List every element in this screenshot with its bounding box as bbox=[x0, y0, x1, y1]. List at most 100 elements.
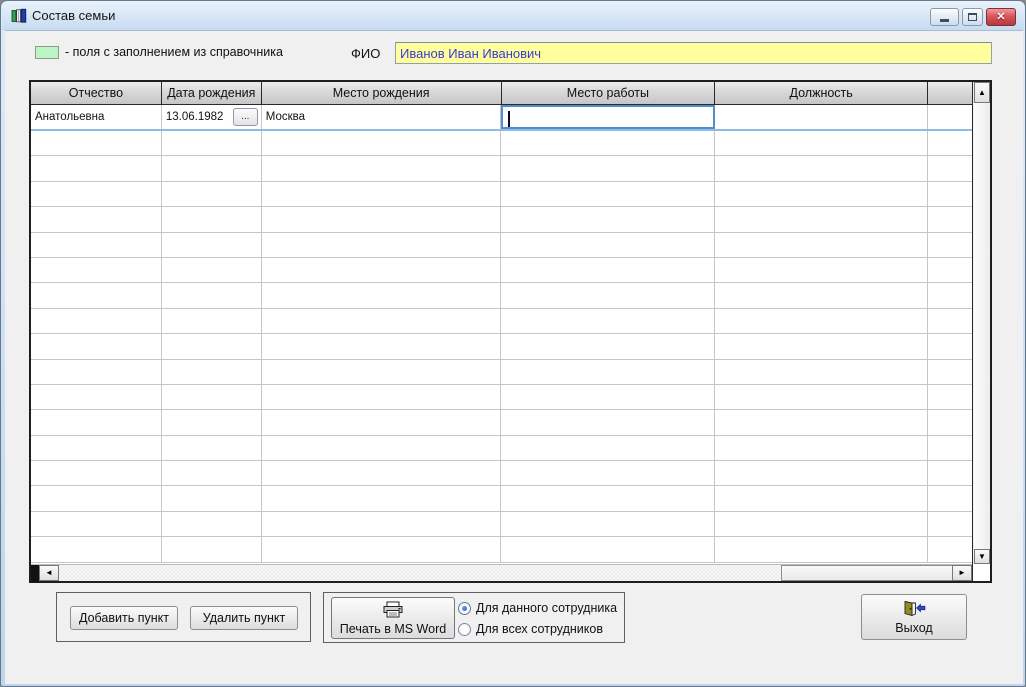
table-cell[interactable] bbox=[162, 131, 262, 156]
table-cell[interactable] bbox=[262, 131, 502, 156]
table-cell[interactable] bbox=[262, 156, 502, 181]
radio-unselected-icon[interactable] bbox=[458, 622, 471, 636]
table-cell[interactable] bbox=[31, 283, 162, 308]
position-cell[interactable] bbox=[715, 105, 929, 129]
table-cell[interactable] bbox=[928, 436, 972, 460]
table-cell[interactable] bbox=[31, 334, 162, 359]
birth-date-cell[interactable]: 13.06.1982 ... bbox=[162, 105, 262, 129]
table-cell[interactable] bbox=[715, 461, 929, 486]
date-picker-button[interactable]: ... bbox=[232, 108, 258, 126]
print-word-button[interactable]: Печать в MS Word bbox=[331, 597, 455, 639]
table-cell[interactable] bbox=[162, 156, 262, 181]
table-cell[interactable] bbox=[262, 257, 502, 283]
table-cell[interactable] bbox=[162, 232, 262, 257]
scroll-right-icon[interactable]: ► bbox=[952, 565, 972, 581]
scroll-left-icon[interactable]: ◄ bbox=[39, 565, 59, 581]
birth-place-cell[interactable]: Москва bbox=[262, 105, 502, 129]
table-cell[interactable] bbox=[31, 308, 162, 334]
table-cell[interactable] bbox=[31, 156, 162, 181]
table-cell[interactable] bbox=[928, 385, 972, 409]
table-cell[interactable] bbox=[715, 384, 929, 410]
table-cell[interactable] bbox=[501, 435, 716, 461]
extra-cell[interactable] bbox=[928, 105, 972, 129]
table-cell[interactable] bbox=[928, 283, 972, 307]
table-cell[interactable] bbox=[31, 257, 162, 283]
table-cell[interactable] bbox=[928, 461, 972, 485]
table-cell[interactable] bbox=[31, 181, 162, 207]
table-cell[interactable] bbox=[31, 435, 162, 461]
table-cell[interactable] bbox=[715, 511, 929, 537]
table-cell[interactable] bbox=[715, 537, 929, 562]
table-cell[interactable] bbox=[162, 410, 262, 435]
table-cell[interactable] bbox=[501, 384, 716, 410]
table-cell[interactable] bbox=[501, 308, 716, 334]
add-item-button[interactable]: Добавить пункт bbox=[70, 606, 178, 630]
table-cell[interactable] bbox=[715, 131, 929, 156]
table-cell[interactable] bbox=[162, 334, 262, 359]
table-cell[interactable] bbox=[715, 486, 929, 511]
scroll-down-icon[interactable]: ▼ bbox=[974, 549, 990, 564]
table-cell[interactable] bbox=[501, 131, 716, 156]
table-cell[interactable] bbox=[715, 334, 929, 359]
table-cell[interactable] bbox=[928, 334, 972, 358]
table-cell[interactable] bbox=[715, 283, 929, 308]
table-cell[interactable] bbox=[928, 233, 972, 257]
table-cell[interactable] bbox=[715, 359, 929, 384]
table-cell[interactable] bbox=[501, 461, 716, 486]
table-cell[interactable] bbox=[501, 257, 716, 283]
table-cell[interactable] bbox=[162, 308, 262, 334]
table-cell[interactable] bbox=[928, 486, 972, 510]
table-cell[interactable] bbox=[31, 207, 162, 232]
horizontal-scrollbar-thumb[interactable] bbox=[781, 565, 956, 581]
table-cell[interactable] bbox=[31, 461, 162, 486]
table-cell[interactable] bbox=[715, 435, 929, 461]
table-cell[interactable] bbox=[162, 181, 262, 207]
table-cell[interactable] bbox=[928, 258, 972, 282]
table-cell[interactable] bbox=[715, 156, 929, 181]
table-cell[interactable] bbox=[501, 486, 716, 511]
radio-current-label[interactable]: Для данного сотрудника bbox=[476, 601, 617, 615]
horizontal-scrollbar[interactable]: ◄ ► bbox=[31, 564, 972, 582]
table-cell[interactable] bbox=[162, 461, 262, 486]
table-cell[interactable] bbox=[262, 334, 502, 359]
table-cell[interactable] bbox=[501, 410, 716, 435]
table-cell[interactable] bbox=[162, 537, 262, 562]
table-cell[interactable] bbox=[262, 486, 502, 511]
table-cell[interactable] bbox=[501, 207, 716, 232]
table-cell[interactable] bbox=[262, 232, 502, 257]
table-cell[interactable] bbox=[501, 181, 716, 207]
table-cell[interactable] bbox=[162, 257, 262, 283]
table-cell[interactable] bbox=[715, 257, 929, 283]
table-cell[interactable] bbox=[31, 384, 162, 410]
table-cell[interactable] bbox=[715, 308, 929, 334]
exit-button[interactable]: Выход bbox=[861, 594, 967, 640]
table-cell[interactable] bbox=[501, 334, 716, 359]
table-cell[interactable] bbox=[928, 410, 972, 434]
minimize-button[interactable] bbox=[930, 8, 959, 26]
table-cell[interactable] bbox=[501, 359, 716, 384]
table-cell[interactable] bbox=[928, 182, 972, 206]
close-button[interactable]: ✕ bbox=[986, 8, 1016, 26]
table-cell[interactable] bbox=[262, 384, 502, 410]
table-cell[interactable] bbox=[262, 410, 502, 435]
table-cell[interactable] bbox=[162, 435, 262, 461]
table-cell[interactable] bbox=[31, 486, 162, 511]
table-cell[interactable] bbox=[31, 537, 162, 562]
table-cell[interactable] bbox=[928, 309, 972, 333]
table-cell[interactable] bbox=[162, 207, 262, 232]
table-cell[interactable] bbox=[928, 512, 972, 536]
table-cell[interactable] bbox=[162, 511, 262, 537]
table-cell[interactable] bbox=[715, 181, 929, 207]
table-cell[interactable] bbox=[162, 283, 262, 308]
table-cell[interactable] bbox=[928, 360, 972, 384]
table-cell[interactable] bbox=[162, 486, 262, 511]
radio-all-employees[interactable]: Для всех сотрудников bbox=[458, 622, 603, 636]
table-cell[interactable] bbox=[262, 283, 502, 308]
table-cell[interactable] bbox=[501, 232, 716, 257]
work-place-cell-focused[interactable] bbox=[501, 105, 716, 129]
table-cell[interactable] bbox=[262, 537, 502, 562]
table-cell[interactable] bbox=[162, 384, 262, 410]
table-cell[interactable] bbox=[262, 511, 502, 537]
table-cell[interactable] bbox=[928, 131, 972, 155]
table-cell[interactable] bbox=[262, 181, 502, 207]
